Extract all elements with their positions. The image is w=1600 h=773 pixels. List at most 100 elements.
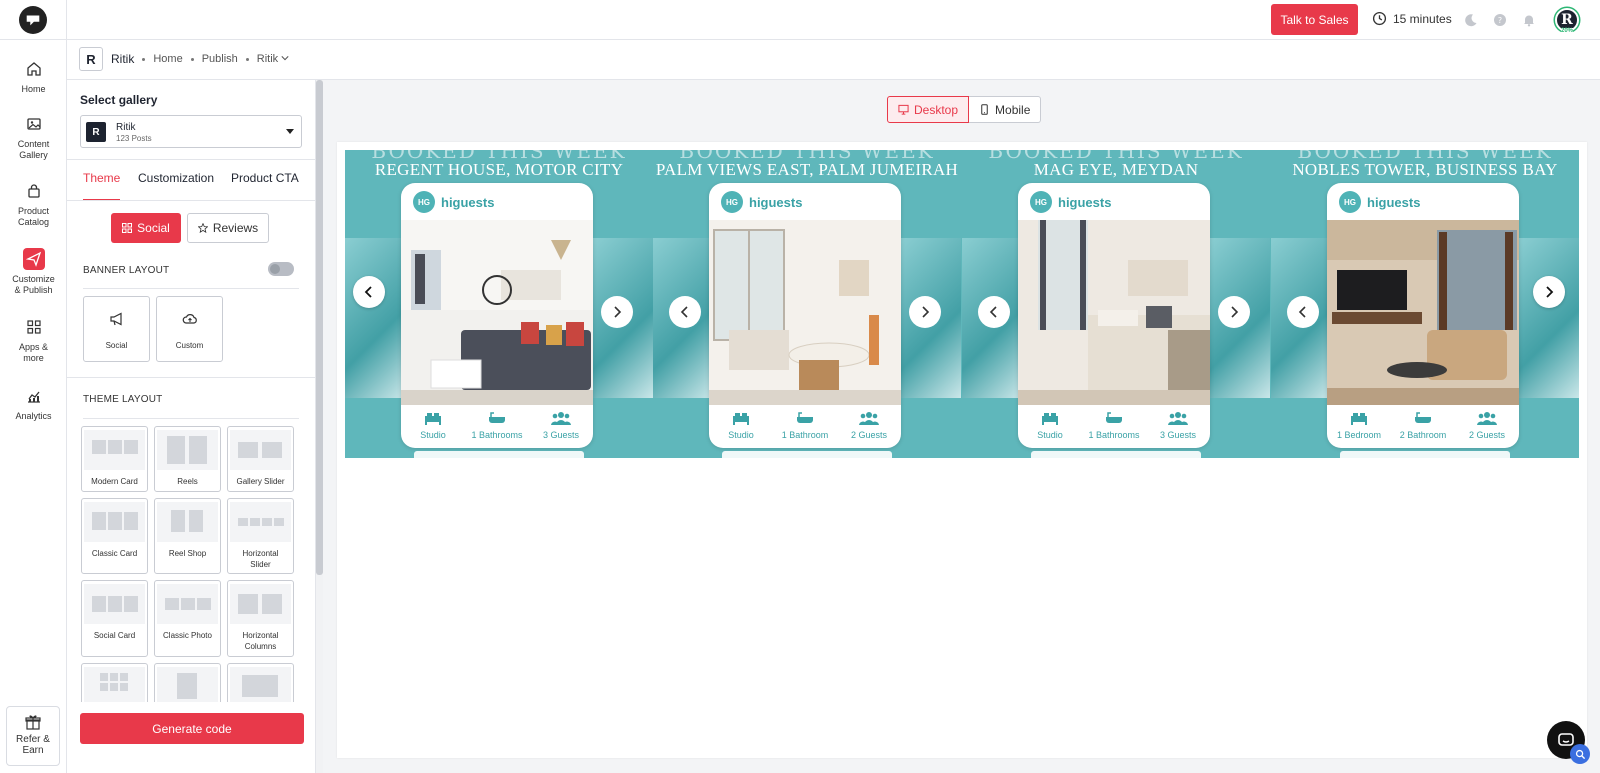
breadcrumb-publish[interactable]: Publish: [202, 53, 238, 65]
slider-next-button[interactable]: [1533, 276, 1565, 308]
bag-icon: [23, 180, 45, 202]
theme-card-reel-shop[interactable]: Reel Shop: [154, 498, 221, 574]
tab-customization[interactable]: Customization: [138, 171, 214, 201]
banner-slide[interactable]: BOOKED THIS WEEK PALM VIEWS EAST, PALM J…: [653, 150, 961, 458]
card-brand: HG higuests: [721, 191, 802, 213]
rail-item-home[interactable]: Home: [0, 58, 67, 95]
banner-slide[interactable]: BOOKED THIS WEEK MAG EYE, MEYDAN HG higue…: [962, 150, 1270, 458]
generate-footer: Generate code: [67, 702, 315, 773]
next-slide-inner-icon[interactable]: [601, 296, 633, 328]
help-icon[interactable]: ?: [1492, 12, 1508, 28]
banner-option-social[interactable]: Social: [83, 296, 150, 362]
rail-item-analytics[interactable]: Analytics: [0, 385, 67, 422]
card-reflection: [1031, 451, 1201, 458]
divider: [67, 377, 315, 378]
next-slide-inner-icon[interactable]: [1218, 296, 1250, 328]
theme-card-classic-photo[interactable]: Classic Photo: [154, 580, 221, 657]
svg-text:?: ?: [1498, 16, 1502, 25]
room-photo: [1018, 220, 1210, 405]
card-brand: HG higuests: [413, 191, 494, 213]
gallery-post-count: 123 Posts: [116, 134, 152, 143]
refer-earn-button[interactable]: Refer & Earn: [6, 706, 60, 766]
feature-guests: 2 Guests: [1457, 411, 1517, 441]
card-features: 1 Bedroom 2 Bathroom 2 Guests: [1327, 405, 1519, 448]
megaphone-icon: [109, 312, 122, 326]
bell-icon[interactable]: [1521, 12, 1537, 28]
breadcrumb-separator: [245, 57, 249, 61]
timer-label: 15 minutes: [1393, 11, 1452, 26]
profile-completion-badge: 20%: [1561, 28, 1574, 34]
breadcrumb: Ritik Home Publish Ritik: [111, 52, 289, 66]
card-brand: HG higuests: [1339, 191, 1420, 213]
caret-down-icon: [286, 129, 294, 134]
card-reflection: [722, 451, 892, 458]
rail-item-apps-more[interactable]: Apps & more: [0, 316, 67, 364]
card-reflection: [1340, 451, 1510, 458]
rail-label-content-gallery: Content Gallery: [17, 139, 50, 160]
banner-option-custom[interactable]: Custom: [156, 296, 223, 362]
left-nav-rail: Home Content Gallery Product Catalog Cus…: [0, 0, 67, 773]
theme-thumb: [157, 502, 218, 542]
rail-item-content-gallery[interactable]: Content Gallery: [0, 113, 67, 161]
talk-to-sales-button[interactable]: Talk to Sales: [1271, 4, 1358, 35]
breadcrumb-workspace[interactable]: Ritik: [111, 52, 134, 66]
app-logo-icon[interactable]: [19, 6, 47, 34]
breadcrumb-home[interactable]: Home: [153, 53, 182, 65]
star-icon: [197, 223, 208, 233]
feature-label: 3 Guests: [1159, 430, 1197, 440]
device-toggle: Desktop Mobile: [887, 96, 1042, 123]
panel-scrollbar[interactable]: [316, 80, 323, 773]
theme-card-reels[interactable]: Reels: [154, 426, 221, 492]
next-slide-inner-icon[interactable]: [909, 296, 941, 328]
scrollbar-thumb[interactable]: [316, 80, 323, 575]
bathtub-icon: [797, 412, 813, 423]
breadcrumb-separator: [142, 57, 146, 61]
guests-icon: [551, 412, 571, 425]
banner-slide[interactable]: BOOKED THIS WEEK REGENT HOUSE, MOTOR CIT…: [345, 150, 653, 458]
grid-icon: [122, 223, 133, 233]
breadcrumb-gallery-label: Ritik: [256, 53, 279, 65]
social-segment-button[interactable]: Social: [111, 213, 181, 243]
gift-icon: [25, 715, 41, 730]
gallery-select[interactable]: R Ritik 123 Posts: [80, 115, 302, 148]
gallery-name: Ritik: [116, 122, 136, 133]
guests-icon: [859, 412, 879, 425]
tab-theme[interactable]: Theme: [83, 171, 121, 201]
banner-layout-toggle[interactable]: [268, 262, 294, 276]
select-gallery-title: Select gallery: [80, 93, 158, 107]
prev-slide-inner-icon[interactable]: [1287, 296, 1319, 328]
bathtub-icon: [1106, 412, 1122, 423]
theme-card-horizontal-slider[interactable]: Horizontal Slider: [227, 498, 294, 574]
chevron-down-icon: [281, 56, 289, 61]
theme-card-horizontal-columns[interactable]: Horizontal Columns: [227, 580, 294, 657]
moon-icon[interactable]: [1463, 12, 1479, 28]
theme-card-social-card[interactable]: Social Card: [81, 580, 148, 657]
card-brand: HG higuests: [1030, 191, 1111, 213]
feature-label: 2 Guests: [1468, 430, 1506, 440]
workspace-avatar[interactable]: R: [79, 47, 103, 71]
banner-slide[interactable]: BOOKED THIS WEEK NOBLES TOWER, BUSINESS …: [1271, 150, 1579, 458]
theme-thumb: [157, 584, 218, 624]
prev-slide-inner-icon[interactable]: [978, 296, 1010, 328]
theme-card-modern-card[interactable]: Modern Card: [81, 426, 148, 492]
divider: [67, 200, 315, 201]
bathtub-icon: [1415, 412, 1431, 423]
side-photo: [1519, 238, 1579, 398]
theme-label: Horizontal Columns: [242, 631, 279, 651]
tab-product-cta[interactable]: Product CTA: [231, 171, 299, 201]
breadcrumb-gallery-dropdown[interactable]: Ritik: [257, 53, 289, 65]
search-help-button[interactable]: [1570, 744, 1590, 764]
feature-bath: 1 Bathroom: [775, 411, 835, 441]
bed-icon: [1351, 413, 1367, 425]
room-photo: [401, 220, 593, 405]
mobile-view-button[interactable]: Mobile: [969, 96, 1042, 123]
rail-item-product-catalog[interactable]: Product Catalog: [0, 180, 67, 228]
rail-item-customize-publish[interactable]: Customize & Publish: [0, 248, 67, 296]
generate-code-button[interactable]: Generate code: [80, 713, 304, 744]
prev-slide-inner-icon[interactable]: [669, 296, 701, 328]
theme-card-classic-card[interactable]: Classic Card: [81, 498, 148, 574]
desktop-view-button[interactable]: Desktop: [887, 96, 970, 123]
slider-prev-button[interactable]: [353, 276, 385, 308]
reviews-segment-button[interactable]: Reviews: [187, 213, 269, 243]
theme-card-gallery-slider[interactable]: Gallery Slider: [227, 426, 294, 492]
